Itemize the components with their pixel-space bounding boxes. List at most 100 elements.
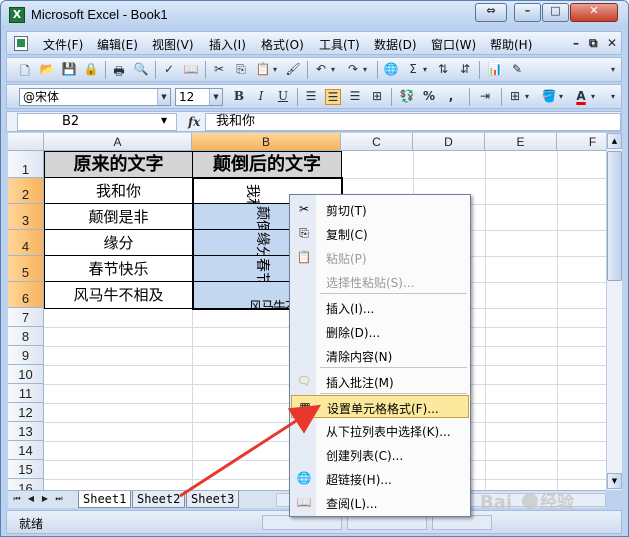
ctx-copy[interactable]: ⎘ 复制(C)	[291, 222, 469, 245]
toolbar-options-icon-2[interactable]: ▾	[611, 89, 619, 105]
paste-toolbar-icon[interactable]: 📋	[255, 62, 271, 78]
row-header[interactable]: 4	[8, 230, 44, 256]
spelling-icon[interactable]: ✓	[161, 62, 177, 78]
font-name-select[interactable]: @宋体 ▼	[19, 88, 171, 106]
ctx-hyperlink[interactable]: 🌐 超链接(H)...	[291, 467, 469, 490]
undo-icon[interactable]: ↶	[313, 62, 329, 78]
row-header[interactable]: 2	[8, 178, 44, 204]
open-icon[interactable]: 📂	[39, 62, 55, 78]
save-icon[interactable]: 💾	[61, 62, 77, 78]
font-size-dropdown-icon[interactable]: ▼	[209, 89, 222, 105]
redo-dropdown-icon[interactable]: ▾	[363, 62, 371, 78]
row-header[interactable]: 8	[8, 327, 44, 346]
window-restore-extra-button[interactable]: ⇔	[475, 3, 507, 22]
doc-restore-icon[interactable]: ⧉	[589, 36, 598, 51]
menu-view[interactable]: 视图(V)	[152, 36, 194, 53]
print-icon[interactable]: 🖶	[111, 62, 127, 78]
row-header[interactable]: 16	[8, 479, 44, 490]
row-header[interactable]: 10	[8, 365, 44, 384]
redo-icon[interactable]: ↷	[345, 62, 361, 78]
formula-input[interactable]: 我和你	[205, 113, 621, 131]
ctx-insert[interactable]: 插入(I)...	[291, 296, 469, 319]
row-header[interactable]: 1	[8, 151, 44, 178]
column-header-e[interactable]: E	[485, 133, 557, 151]
last-sheet-icon[interactable]: ⏭	[54, 494, 64, 504]
permission-icon[interactable]: 🔒	[83, 62, 99, 78]
name-box-dropdown-icon[interactable]: ▼	[161, 116, 167, 125]
ctx-research[interactable]: 📖 查阅(L)...	[291, 491, 469, 514]
row-header[interactable]: 3	[8, 204, 44, 230]
scroll-down-icon[interactable]: ▼	[607, 473, 622, 489]
ctx-delete[interactable]: 删除(D)...	[291, 320, 469, 343]
sort-descending-icon[interactable]: ⇵	[457, 62, 473, 78]
cell-a5[interactable]: 春节快乐	[45, 256, 193, 282]
indent-icon[interactable]: ⇥	[477, 89, 493, 105]
next-sheet-icon[interactable]: ▶	[40, 494, 50, 503]
row-header[interactable]: 9	[8, 346, 44, 365]
menu-file[interactable]: 文件(F)	[43, 36, 83, 53]
cell-a6[interactable]: 风马牛不相及	[45, 282, 193, 308]
column-header-a[interactable]: A	[44, 133, 192, 151]
row-header[interactable]: 13	[8, 422, 44, 441]
align-left-icon[interactable]: ☰	[303, 89, 319, 105]
merge-center-icon[interactable]: ⊞	[369, 89, 385, 105]
font-color-dropdown-icon[interactable]: ▾	[591, 89, 599, 105]
column-header-f[interactable]: F	[557, 133, 606, 151]
menu-tools[interactable]: 工具(T)	[319, 36, 360, 53]
vertical-scrollbar[interactable]: ▲ ▼	[606, 133, 622, 490]
prev-sheet-icon[interactable]: ◀	[26, 494, 36, 503]
print-preview-icon[interactable]: 🔍	[133, 62, 149, 78]
row-header[interactable]: 12	[8, 403, 44, 422]
select-all-corner[interactable]	[8, 133, 44, 151]
vertical-scroll-thumb[interactable]	[607, 151, 622, 281]
column-header-d[interactable]: D	[413, 133, 485, 151]
new-icon[interactable]: 🗋	[17, 62, 33, 78]
cell-a4[interactable]: 缘分	[45, 230, 193, 256]
close-button[interactable]: ✕	[570, 3, 618, 22]
ctx-clear-contents[interactable]: 清除内容(N)	[291, 344, 469, 367]
currency-icon[interactable]: 💱	[399, 89, 415, 105]
sort-ascending-icon[interactable]: ⇅	[435, 62, 451, 78]
ctx-format-cells[interactable]: ▦ 设置单元格格式(F)...	[291, 395, 469, 418]
font-color-icon[interactable]: A	[573, 89, 589, 105]
row-header[interactable]: 11	[8, 384, 44, 403]
align-right-icon[interactable]: ☰	[347, 89, 363, 105]
row-header[interactable]: 14	[8, 441, 44, 460]
excel-app-icon[interactable]: X	[9, 7, 25, 23]
workbook-icon[interactable]	[14, 36, 28, 51]
cell-a3[interactable]: 颠倒是非	[45, 204, 193, 230]
menu-window[interactable]: 窗口(W)	[431, 36, 476, 53]
borders-icon[interactable]: ⊞	[507, 89, 523, 105]
autosum-icon[interactable]: Σ	[405, 62, 421, 78]
row-header[interactable]: 5	[8, 256, 44, 282]
ctx-create-list[interactable]: 创建列表(C)...	[291, 443, 469, 466]
italic-icon[interactable]: I	[253, 89, 269, 105]
cell-a2[interactable]: 我和你	[45, 178, 193, 204]
sheet-tab-1[interactable]: Sheet1	[78, 491, 132, 508]
chart-wizard-icon[interactable]: 📊	[487, 62, 503, 78]
scroll-up-icon[interactable]: ▲	[607, 133, 622, 149]
comma-style-icon[interactable]: ,	[443, 89, 459, 105]
cut-toolbar-icon[interactable]: ✂	[211, 62, 227, 78]
underline-icon[interactable]: U	[275, 89, 291, 105]
fill-color-dropdown-icon[interactable]: ▾	[559, 89, 567, 105]
sheet-tab-2[interactable]: Sheet2	[132, 491, 186, 508]
insert-function-icon[interactable]: fx	[188, 115, 200, 129]
cell-b1[interactable]: 颠倒后的文字	[193, 152, 341, 178]
undo-dropdown-icon[interactable]: ▾	[331, 62, 339, 78]
ctx-pick-from-list[interactable]: 从下拉列表中选择(K)...	[291, 419, 469, 442]
format-painter-icon[interactable]: 🖌	[285, 62, 301, 78]
research-toolbar-icon[interactable]: 📖	[183, 62, 199, 78]
menu-help[interactable]: 帮助(H)	[490, 36, 532, 53]
minimize-button[interactable]: –	[514, 3, 541, 22]
first-sheet-icon[interactable]: ⏮	[12, 494, 22, 504]
row-header[interactable]: 6	[8, 282, 44, 308]
drawing-icon[interactable]: ✎	[509, 62, 525, 78]
font-size-select[interactable]: 12 ▼	[175, 88, 223, 106]
menu-data[interactable]: 数据(D)	[374, 36, 417, 53]
font-name-dropdown-icon[interactable]: ▼	[157, 89, 170, 105]
copy-toolbar-icon[interactable]: ⎘	[233, 62, 249, 78]
doc-close-icon[interactable]: ✕	[607, 36, 617, 50]
bold-icon[interactable]: B	[231, 89, 247, 105]
column-header-b[interactable]: B	[192, 133, 341, 151]
